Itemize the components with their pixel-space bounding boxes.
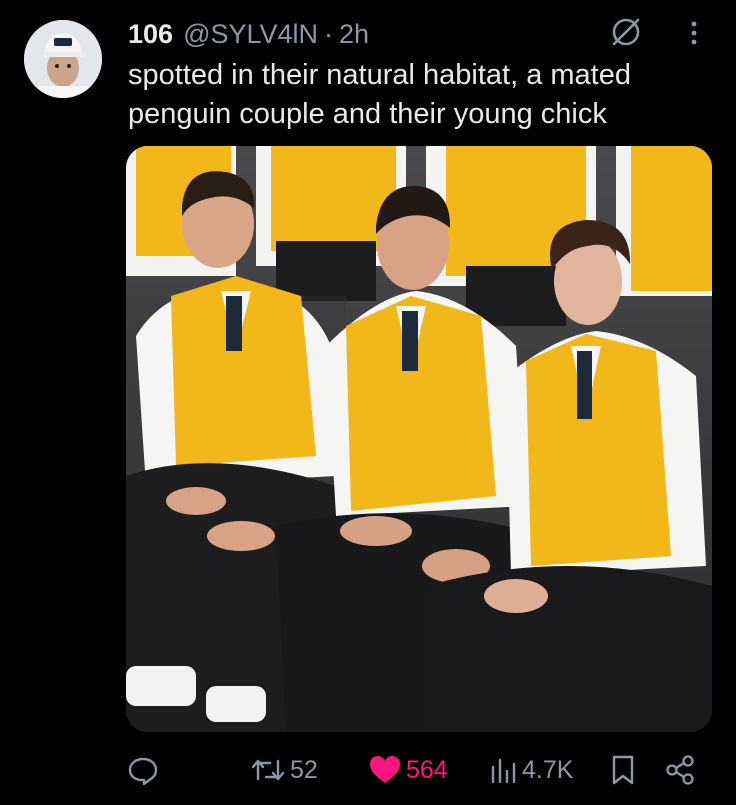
retweet-button[interactable]: 52 [250, 748, 318, 792]
like-count: 564 [406, 755, 448, 784]
tweet-photo[interactable] [126, 146, 712, 732]
retweet-icon [251, 759, 285, 781]
tweet-text: spotted in their natural habitat, a mate… [128, 59, 631, 130]
views-icon [491, 758, 516, 784]
grok-icon[interactable] [608, 14, 644, 50]
share-icon [666, 755, 694, 785]
views-button[interactable]: 4.7K [490, 748, 573, 792]
photo-of-three-men-in-yellow-vests [126, 146, 712, 732]
separator-dot: · [324, 18, 334, 49]
display-name[interactable]: 106 [128, 19, 173, 50]
user-avatar[interactable] [24, 20, 102, 98]
like-button[interactable]: 564 [368, 748, 448, 792]
views-count: 4.7K [522, 755, 574, 784]
bookmark-button[interactable] [610, 748, 636, 792]
user-handle[interactable]: @SYLV4lN [183, 19, 318, 50]
retweet-count: 52 [290, 755, 318, 784]
heart-icon [370, 756, 400, 783]
timestamp[interactable]: 2h [339, 19, 369, 50]
tweet-action-bar: 52 564 4.7K [0, 748, 736, 792]
more-options-icon[interactable] [684, 18, 704, 48]
reply-icon [128, 757, 158, 786]
bookmark-icon [612, 755, 634, 785]
share-button[interactable] [664, 748, 696, 792]
reply-button[interactable] [126, 748, 164, 792]
avatar-image [24, 20, 102, 98]
